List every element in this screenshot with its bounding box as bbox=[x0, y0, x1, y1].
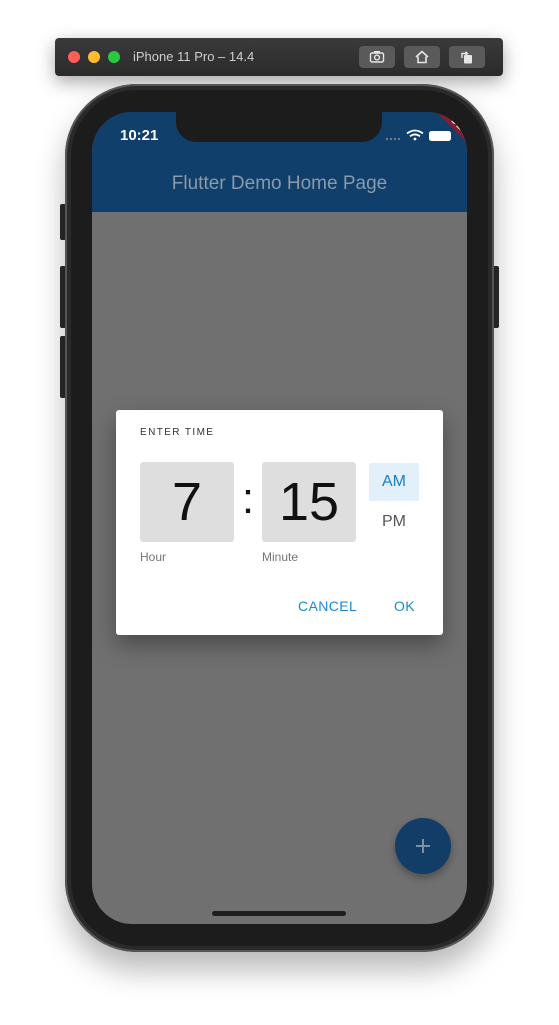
notch bbox=[176, 112, 382, 142]
screenshot-button[interactable] bbox=[359, 46, 395, 68]
time-separator: : bbox=[241, 474, 255, 523]
plus-icon bbox=[416, 839, 430, 853]
time-picker-dialog: ENTER TIME 7 : 15 Hour Minute AM PM CANC… bbox=[116, 410, 443, 635]
debug-banner-label: DEBUG bbox=[432, 112, 467, 165]
status-time: 10:21 bbox=[120, 127, 159, 144]
dialog-heading: ENTER TIME bbox=[140, 427, 215, 438]
rotate-icon bbox=[461, 51, 472, 64]
home-icon bbox=[415, 50, 429, 64]
hour-input[interactable]: 7 bbox=[140, 462, 234, 542]
home-indicator bbox=[212, 911, 346, 916]
ok-button[interactable]: OK bbox=[394, 598, 415, 614]
floating-action-button[interactable] bbox=[395, 818, 451, 874]
debug-banner: DEBUG bbox=[417, 112, 467, 168]
simulator-title: iPhone 11 Pro – 14.4 bbox=[133, 49, 255, 64]
screenshot-icon bbox=[369, 51, 385, 63]
rotate-button[interactable] bbox=[449, 46, 485, 68]
simulator-title-bar: iPhone 11 Pro – 14.4 bbox=[55, 38, 503, 76]
close-window-button[interactable] bbox=[68, 51, 80, 63]
minute-label: Minute bbox=[262, 550, 299, 564]
app-bar-title: Flutter Demo Home Page bbox=[171, 173, 388, 194]
phone-screen: Flutter Demo Home Page 10:21 DEBUG ENTER… bbox=[92, 112, 467, 924]
zoom-window-button[interactable] bbox=[108, 51, 120, 63]
minute-input[interactable]: 15 bbox=[262, 462, 356, 542]
am-toggle[interactable]: AM bbox=[369, 463, 419, 501]
signal-icon bbox=[385, 137, 401, 141]
home-button[interactable] bbox=[404, 46, 440, 68]
cancel-button[interactable]: CANCEL bbox=[298, 598, 357, 614]
hour-label: Hour bbox=[140, 550, 167, 564]
pm-toggle[interactable]: PM bbox=[369, 503, 419, 541]
minimize-window-button[interactable] bbox=[88, 51, 100, 63]
